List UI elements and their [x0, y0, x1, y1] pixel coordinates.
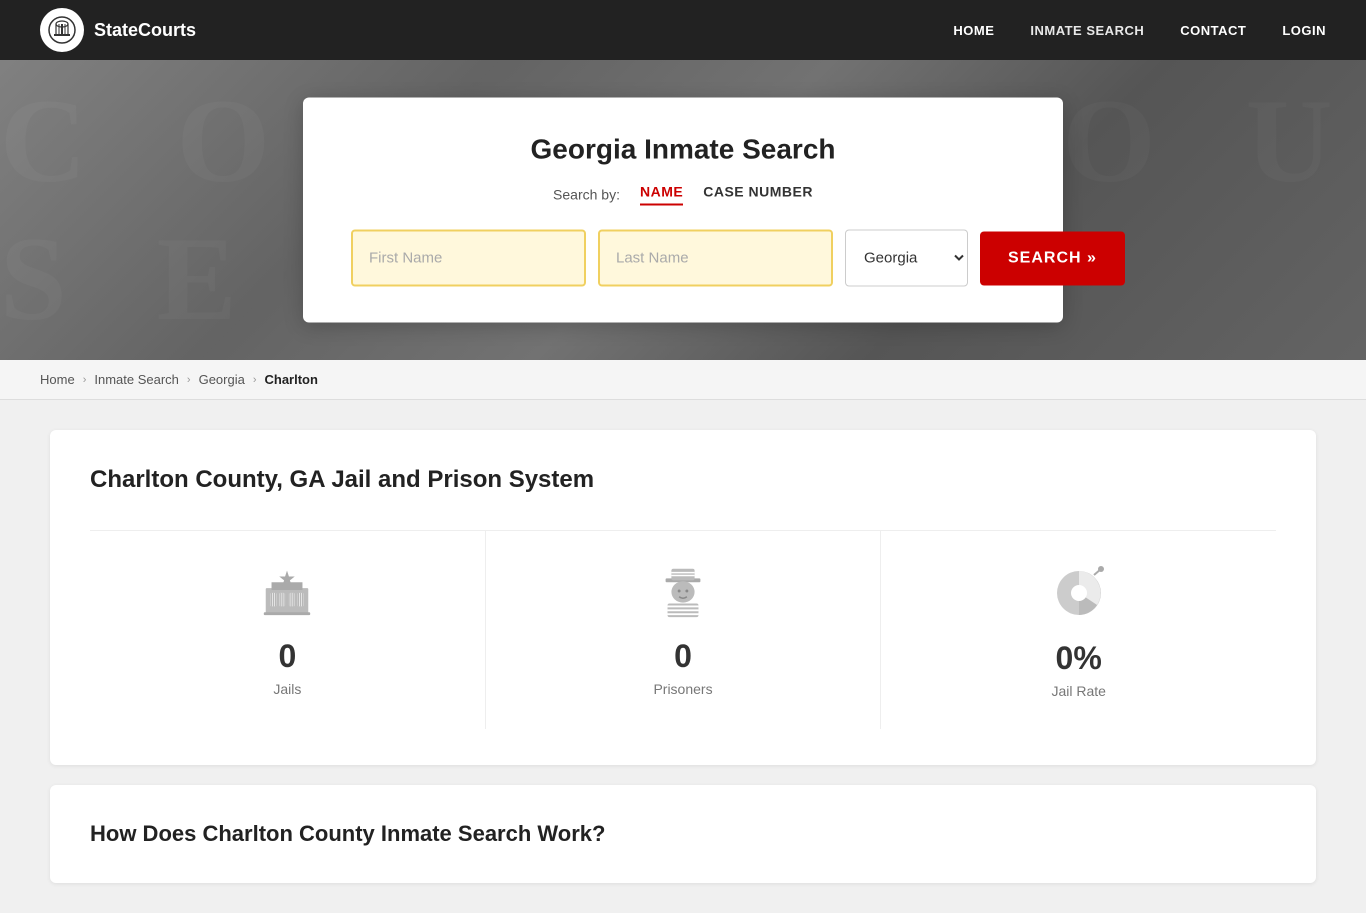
site-name: StateCourts: [94, 20, 196, 41]
nav-login[interactable]: LOGIN: [1282, 23, 1326, 38]
prisoners-label: Prisoners: [653, 681, 712, 697]
last-name-input[interactable]: [598, 230, 833, 287]
breadcrumb-sep-2: ›: [187, 374, 191, 386]
tab-name[interactable]: NAME: [640, 184, 683, 206]
nav-inmate-search[interactable]: INMATE SEARCH: [1030, 23, 1144, 38]
first-name-input[interactable]: [351, 230, 586, 287]
how-title: How Does Charlton County Inmate Search W…: [90, 821, 1276, 847]
state-select[interactable]: Georgia Alabama Florida Tennessee: [845, 230, 968, 287]
prisoner-icon: [657, 561, 709, 638]
search-by-row: Search by: NAME CASE NUMBER: [351, 184, 1015, 206]
building-icon: [258, 561, 316, 638]
nav-links: HOME INMATE SEARCH CONTACT LOGIN: [953, 23, 1326, 38]
jails-label: Jails: [273, 681, 301, 697]
nav-contact[interactable]: CONTACT: [1180, 23, 1246, 38]
tab-case-number[interactable]: CASE NUMBER: [703, 184, 813, 206]
breadcrumb: Home › Inmate Search › Georgia › Charlto…: [0, 360, 1366, 400]
pie-chart-icon: [1049, 561, 1109, 640]
search-card: Georgia Inmate Search Search by: NAME CA…: [303, 98, 1063, 323]
prisoners-count: 0: [674, 638, 692, 675]
stats-title: Charlton County, GA Jail and Prison Syst…: [90, 466, 1276, 494]
stat-prisoners: 0 Prisoners: [486, 531, 882, 729]
search-inputs-row: Georgia Alabama Florida Tennessee SEARCH…: [351, 230, 1015, 287]
breadcrumb-sep-1: ›: [83, 374, 87, 386]
nav-home[interactable]: HOME: [953, 23, 994, 38]
stats-card: Charlton County, GA Jail and Prison Syst…: [50, 430, 1316, 765]
breadcrumb-inmate-search[interactable]: Inmate Search: [94, 372, 179, 387]
how-card: How Does Charlton County Inmate Search W…: [50, 785, 1316, 883]
logo-area[interactable]: StateCourts: [40, 8, 196, 52]
logo-icon: [40, 8, 84, 52]
jails-count: 0: [278, 638, 296, 675]
search-by-label: Search by:: [553, 187, 620, 203]
jail-rate-label: Jail Rate: [1051, 683, 1105, 699]
breadcrumb-current: Charlton: [265, 372, 318, 387]
breadcrumb-georgia[interactable]: Georgia: [199, 372, 245, 387]
breadcrumb-home[interactable]: Home: [40, 372, 75, 387]
stat-jails: 0 Jails: [90, 531, 486, 729]
breadcrumb-sep-3: ›: [253, 374, 257, 386]
search-button[interactable]: SEARCH »: [980, 231, 1125, 285]
search-card-title: Georgia Inmate Search: [351, 134, 1015, 166]
header: StateCourts HOME INMATE SEARCH CONTACT L…: [0, 0, 1366, 60]
main-content: Charlton County, GA Jail and Prison Syst…: [0, 400, 1366, 913]
stats-grid: 0 Jails: [90, 530, 1276, 729]
jail-rate-value: 0%: [1056, 640, 1102, 677]
stat-jail-rate: 0% Jail Rate: [881, 531, 1276, 729]
hero-section: C O U R T H O U S E Georgia Inmate Searc…: [0, 60, 1366, 360]
